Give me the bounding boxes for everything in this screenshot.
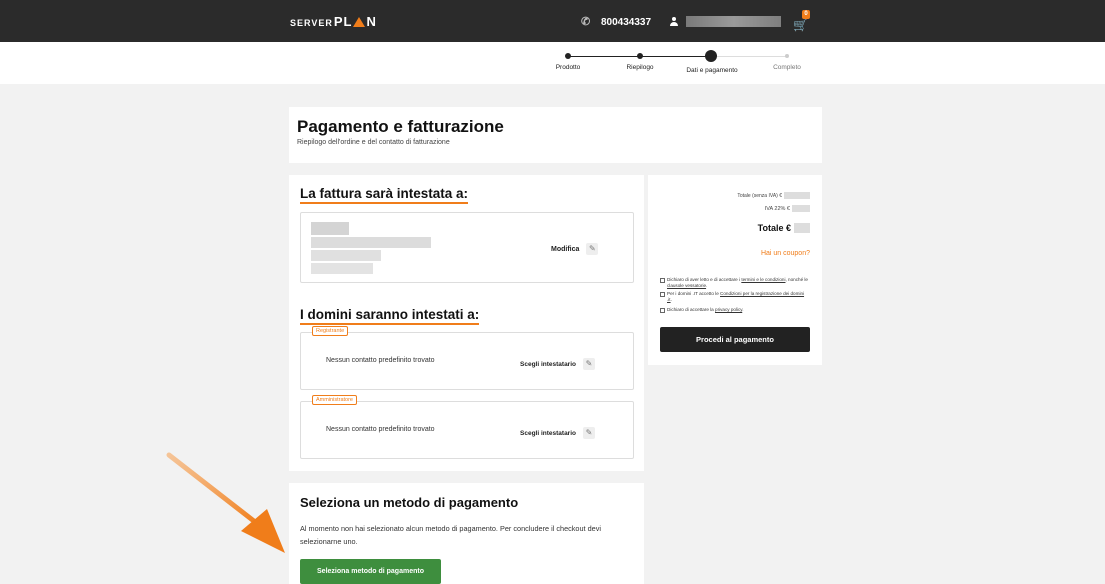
user-name-redacted — [686, 16, 781, 27]
redacted-extra — [311, 263, 373, 274]
vat-row: IVA 22% € — [765, 205, 810, 212]
payment-method-card: Seleziona un metodo di pagamento Al mome… — [289, 483, 644, 584]
terms-checkbox[interactable] — [660, 277, 665, 283]
step-label-prodotto[interactable]: Prodotto — [556, 64, 581, 71]
step-label-riepilogo[interactable]: Riepilogo — [626, 64, 653, 71]
administrator-empty-text: Nessun contatto predefinito trovato — [326, 426, 435, 433]
cart-button[interactable]: 🛒 0 — [793, 10, 810, 31]
administrator-box: Nessun contatto predefinito trovato Sceg… — [300, 401, 634, 459]
redacted-address — [311, 237, 431, 248]
registrant-box: Nessun contatto predefinito trovato Sceg… — [300, 332, 634, 390]
vat-redacted — [792, 205, 810, 212]
privacy-checkbox[interactable] — [660, 307, 665, 313]
redacted-name — [311, 222, 349, 235]
step-dot-completo — [785, 54, 789, 58]
logo-text-server: SERVER — [290, 18, 333, 28]
privacy-link[interactable]: privacy policy — [715, 307, 742, 312]
it-domains-text: Per i domini .IT accetto le Condizioni p… — [667, 291, 805, 302]
user-account[interactable] — [670, 16, 781, 27]
administrator-tag: Amministratore — [312, 395, 357, 405]
domains-heading: I domini saranno intestati a: — [300, 307, 480, 325]
terms-text: Dichiaro di aver letto e di accettare i … — [667, 277, 808, 288]
page-subtitle: Riepilogo dell'ordine e del contatto di … — [297, 139, 450, 146]
subtotal-row: Totale (senza IVA) € — [737, 192, 810, 199]
subtotal-redacted — [784, 192, 810, 199]
phone-number: 800434337 — [601, 16, 652, 28]
choose-label: Scegli intestatario — [520, 360, 576, 368]
edit-label: Modifica — [551, 245, 580, 253]
pointer-arrow-icon — [166, 452, 285, 553]
serverplan-logo[interactable]: SERVER PL N — [290, 14, 377, 29]
logo-text-pl: PL — [333, 14, 353, 29]
checkout-steps: Prodotto Riepilogo Dati e pagamento Comp… — [0, 42, 1105, 84]
select-payment-method-button[interactable]: Seleziona metodo di pagamento — [300, 559, 441, 584]
billing-contact-box: Modifica ✎ — [300, 212, 634, 283]
total-row: Totale € — [758, 223, 810, 233]
subtotal-label: Totale (senza IVA) € — [737, 192, 782, 199]
registrant-choose-button[interactable]: Scegli intestatario ✎ — [520, 358, 595, 370]
administrator-choose-button[interactable]: Scegli intestatario ✎ — [520, 427, 595, 439]
page-title: Pagamento e fatturazione — [297, 117, 504, 136]
logo-triangle-icon — [353, 17, 366, 27]
step-label-completo: Completo — [773, 64, 801, 71]
edit-icon: ✎ — [583, 358, 595, 370]
billing-card: La fattura sarà intestata a: Modifica ✎ … — [289, 175, 644, 471]
proceed-to-payment-button[interactable]: Procedi al pagamento — [660, 327, 810, 352]
cart-count-badge: 0 — [802, 10, 810, 19]
privacy-check-row: Dichiaro di accettare la privacy policy. — [660, 307, 810, 313]
registrant-tag: Registrante — [312, 326, 349, 336]
payment-text: Al momento non hai selezionato alcun met… — [300, 524, 601, 546]
redacted-city — [311, 250, 381, 261]
cart-icon: 🛒 — [793, 18, 808, 32]
choose-label: Scegli intestatario — [520, 429, 576, 437]
total-redacted — [794, 223, 810, 233]
phone-contact[interactable]: ✆ 800434337 — [581, 16, 651, 28]
steps-line-pending — [709, 56, 787, 57]
step-dot-riepilogo — [637, 53, 643, 59]
logo-text-n: N — [366, 14, 377, 29]
privacy-text: Dichiaro di accettare la privacy policy. — [667, 307, 744, 312]
it-domains-check-row: Per i domini .IT accetto le Condizioni p… — [660, 291, 810, 302]
order-summary-card: Totale (senza IVA) € IVA 22% € Totale € … — [648, 175, 822, 365]
top-bar: SERVER PL N ✆ 800434337 🛒 0 — [0, 0, 1105, 42]
step-dot-prodotto — [565, 53, 571, 59]
step-dot-dati — [705, 50, 717, 62]
vat-label: IVA 22% € — [764, 205, 790, 212]
terms-link[interactable]: termini e le condizioni — [741, 277, 785, 282]
it-domains-checkbox[interactable] — [660, 291, 665, 297]
payment-title: Seleziona un metodo di pagamento — [300, 495, 519, 510]
total-label: Totale € — [757, 223, 791, 233]
step-label-dati: Dati e pagamento — [686, 67, 738, 74]
coupon-link[interactable]: Hai un coupon? — [761, 250, 810, 257]
page-header-card: Pagamento e fatturazione Riepilogo dell'… — [289, 107, 822, 163]
edit-icon: ✎ — [583, 427, 595, 439]
billing-edit-button[interactable]: Modifica ✎ — [551, 243, 599, 255]
phone-icon: ✆ — [581, 16, 591, 28]
user-icon — [670, 17, 678, 26]
billing-heading: La fattura sarà intestata a: — [300, 186, 469, 204]
registrant-empty-text: Nessun contatto predefinito trovato — [326, 357, 435, 364]
terms-check-row: Dichiaro di aver letto e di accettare i … — [660, 277, 810, 288]
clauses-link[interactable]: clausole vessatorie — [667, 283, 706, 288]
edit-icon: ✎ — [586, 243, 599, 255]
